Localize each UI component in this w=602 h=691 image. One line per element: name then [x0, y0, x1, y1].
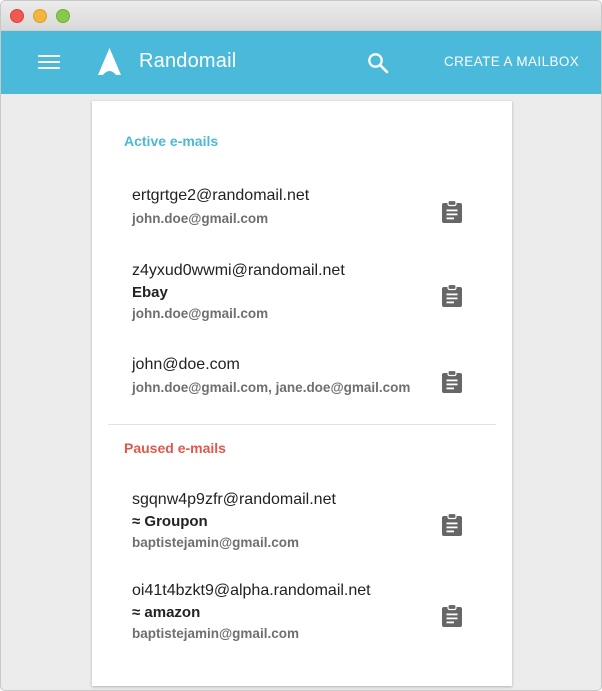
paused-email-item[interactable]: oi41t4bzkt9@alpha.randomail.net ≈ amazon b…	[92, 582, 512, 644]
app-bar: Randomail CREATE A MAILBOX	[1, 31, 601, 94]
search-icon[interactable]	[366, 51, 390, 75]
active-email-item[interactable]: john@doe.com john.doe@gmail.com, jane.doe…	[92, 356, 512, 400]
email-address: oi41t4bzkt9@alpha.randomail.net	[132, 582, 371, 599]
randomail-logo-icon	[98, 48, 121, 75]
close-window-button[interactable]	[10, 9, 24, 23]
clipboard-icon[interactable]	[441, 604, 463, 628]
forward-recipients: baptistejamin@gmail.com	[132, 626, 299, 641]
forward-recipients: john.doe@gmail.com	[132, 306, 269, 321]
email-address: john@doe.com	[132, 356, 240, 373]
email-address: sgqnw4p9zfr@randomail.net	[132, 491, 336, 508]
minimize-window-button[interactable]	[33, 9, 47, 23]
clipboard-icon[interactable]	[441, 513, 463, 537]
clipboard-icon[interactable]	[441, 284, 463, 308]
clipboard-icon[interactable]	[441, 370, 463, 394]
hamburger-menu-icon[interactable]	[38, 54, 60, 71]
create-mailbox-button[interactable]: CREATE A MAILBOX	[438, 47, 585, 77]
email-address: z4yxud0wwmi@randomail.net	[132, 262, 345, 279]
email-address: ertgrtge2@randomail.net	[132, 187, 310, 204]
clipboard-icon[interactable]	[441, 200, 463, 224]
active-email-item[interactable]: z4yxud0wwmi@randomail.net Ebay john.doe@gm…	[92, 262, 512, 324]
forward-recipients: baptistejamin@gmail.com	[132, 535, 299, 550]
active-email-item[interactable]: ertgrtge2@randomail.net john.doe@gmail.co…	[92, 187, 512, 231]
email-label: ≈ amazon	[132, 604, 201, 621]
mailbox-list-card: Active e-mails ertgrtge2@randomail.net jo…	[92, 101, 512, 686]
email-label: Ebay	[132, 284, 168, 301]
paused-emails-heading: Paused e-mails	[124, 440, 226, 456]
maximize-window-button[interactable]	[56, 9, 70, 23]
forward-recipients: john.doe@gmail.com	[132, 211, 269, 226]
paused-email-item[interactable]: sgqnw4p9zfr@randomail.net ≈ Groupon baptis…	[92, 491, 512, 553]
section-divider	[108, 424, 496, 425]
window-titlebar	[1, 1, 601, 31]
email-label: ≈ Groupon	[132, 513, 208, 530]
app-title: Randomail	[139, 50, 237, 72]
app-window: Randomail CREATE A MAILBOX Active e-mail…	[0, 0, 602, 691]
active-emails-heading: Active e-mails	[124, 133, 219, 149]
forward-recipients: john.doe@gmail.com, jane.doe@gmail.com	[132, 380, 411, 395]
